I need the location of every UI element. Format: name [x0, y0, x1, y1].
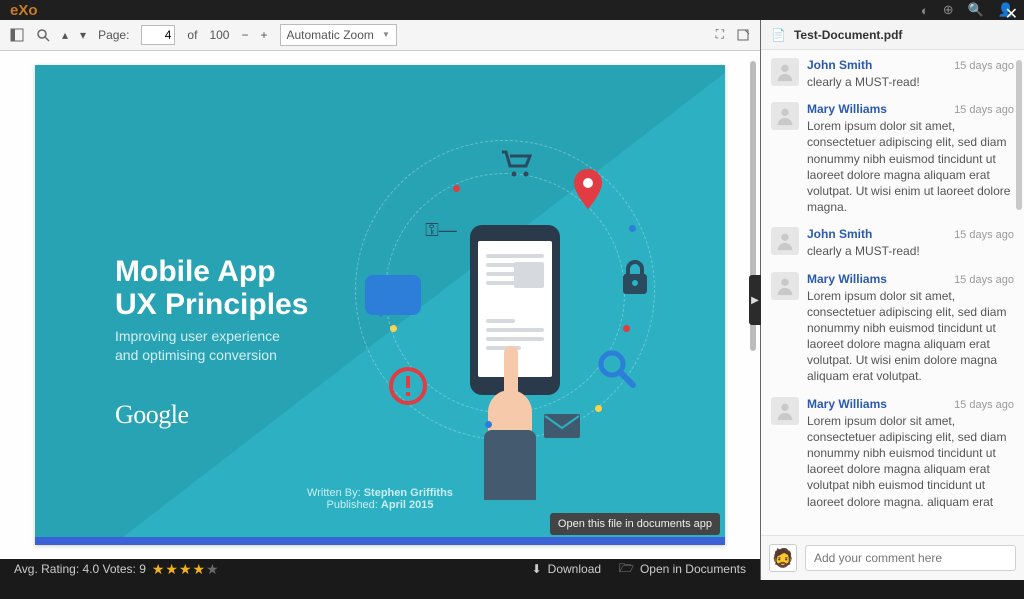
slide-footer: Written By: Stephen Griffiths Published:…	[35, 487, 725, 511]
app-logo: eXo	[10, 2, 38, 19]
comment-time: 15 days ago	[954, 60, 1014, 72]
comment-item: John Smith 15 days ago clearly a MUST-read…	[767, 52, 1018, 96]
pdf-viewer: ▴ ▾ Page: of 100 − + Automatic Zoom ⛶ Mo…	[0, 20, 760, 580]
open-in-documents-button[interactable]: 🗁 Open in Documents	[619, 559, 746, 580]
comment-author[interactable]: Mary Williams	[807, 397, 887, 411]
comment-item: John Smith 15 days ago clearly a MUST-read…	[767, 221, 1018, 265]
find-icon[interactable]	[36, 28, 50, 42]
tools-icon[interactable]	[736, 28, 750, 42]
avatar	[771, 397, 799, 425]
panel-header: 📄 Test-Document.pdf	[761, 20, 1024, 50]
avatar	[771, 272, 799, 300]
viewer-footer: Avg. Rating: 4.0 Votes: 9 ★★★★★ ⬇ Downlo…	[0, 559, 760, 580]
warning-icon	[387, 365, 429, 407]
app-topbar: eXo ◐ ⊕ 🔍 👤	[0, 0, 1024, 20]
rating-stars[interactable]: ★★★★★	[152, 561, 220, 578]
open-docs-tooltip: Open this file in documents app	[550, 513, 720, 535]
rating-label: Avg. Rating: 4.0 Votes: 9	[14, 562, 146, 576]
folder-icon: 🗁	[619, 559, 634, 580]
notification-icon[interactable]: ◐	[921, 3, 929, 18]
comment-author[interactable]: John Smith	[807, 58, 872, 72]
topbar-icon-group: ◐ ⊕ 🔍 👤	[921, 2, 1014, 18]
download-icon: ⬇	[532, 562, 542, 576]
fullscreen-icon[interactable]: ⛶	[716, 27, 724, 42]
page-total: 100	[209, 28, 229, 42]
comment-time: 15 days ago	[954, 274, 1014, 286]
google-logo: Google	[115, 400, 189, 430]
comments-list: John Smith 15 days ago clearly a MUST-read…	[761, 50, 1024, 535]
prev-page-icon[interactable]: ▴	[62, 28, 68, 42]
slide-title: Mobile AppUX Principles	[115, 255, 308, 321]
page-label: Page:	[98, 28, 129, 42]
comment-text: Lorem ipsum dolor sit amet, consectetuer…	[807, 288, 1014, 385]
comment-author[interactable]: Mary Williams	[807, 102, 887, 116]
page-input[interactable]	[141, 25, 175, 45]
comment-time: 15 days ago	[954, 104, 1014, 116]
pdf-body: Mobile AppUX Principles Improving user e…	[0, 51, 760, 559]
pin-icon	[569, 167, 607, 211]
sidebar-toggle-icon[interactable]	[10, 28, 24, 42]
zoom-out-icon[interactable]: −	[241, 28, 248, 42]
comment-input-row: 🧔	[761, 535, 1024, 580]
message-icon	[365, 275, 421, 315]
comments-panel: ▶ 📄 Test-Document.pdf John Smith15 days …	[760, 20, 1024, 580]
current-user-avatar: 🧔	[769, 544, 797, 572]
slide-subtitle: Improving user experienceand optimising …	[115, 327, 280, 366]
comment-author[interactable]: John Smith	[807, 227, 872, 241]
next-page-icon[interactable]: ▾	[80, 28, 86, 42]
comment-text: Lorem ipsum dolor sit amet, consectetuer…	[807, 118, 1014, 215]
pdf-toolbar: ▴ ▾ Page: of 100 − + Automatic Zoom ⛶	[0, 20, 760, 51]
magnifier-icon	[593, 345, 639, 391]
lock-icon	[615, 255, 655, 299]
key-icon: ⚿—	[421, 223, 461, 239]
slide-page: Mobile AppUX Principles Improving user e…	[35, 65, 725, 545]
download-button[interactable]: ⬇ Download	[532, 562, 601, 576]
zoom-select[interactable]: Automatic Zoom	[280, 24, 397, 46]
avatar	[771, 58, 799, 86]
comment-item: Mary Williams 15 days ago Lorem ipsum dolo…	[767, 266, 1018, 391]
comment-time: 15 days ago	[954, 399, 1014, 411]
comment-text: Lorem ipsum dolor sit amet, consectetuer…	[807, 413, 1014, 510]
panel-scrollbar[interactable]	[1016, 60, 1022, 210]
comment-item: Mary Williams 15 days ago Lorem ipsum dolo…	[767, 391, 1018, 516]
zoom-in-icon[interactable]: +	[260, 28, 267, 42]
hand-icon	[480, 350, 540, 490]
page-of: of	[187, 28, 197, 42]
collapse-panel-button[interactable]: ▶	[749, 275, 761, 325]
pdf-file-icon: 📄	[771, 28, 786, 42]
avatar	[771, 102, 799, 130]
comment-author[interactable]: Mary Williams	[807, 272, 887, 286]
mail-icon	[541, 411, 583, 441]
avatar	[771, 227, 799, 255]
search-icon[interactable]: 🔍	[968, 2, 984, 18]
panel-filename: Test-Document.pdf	[794, 28, 902, 42]
cart-icon	[495, 143, 539, 183]
comment-item: Mary Williams 15 days ago Lorem ipsum dolo…	[767, 96, 1018, 221]
comment-time: 15 days ago	[954, 229, 1014, 241]
comment-text: clearly a MUST-read!	[807, 74, 1014, 90]
comment-input[interactable]	[805, 545, 1016, 571]
slide-illustration: ⚿—	[345, 125, 665, 485]
plus-icon[interactable]: ⊕	[943, 2, 954, 18]
comment-text: clearly a MUST-read!	[807, 243, 1014, 259]
